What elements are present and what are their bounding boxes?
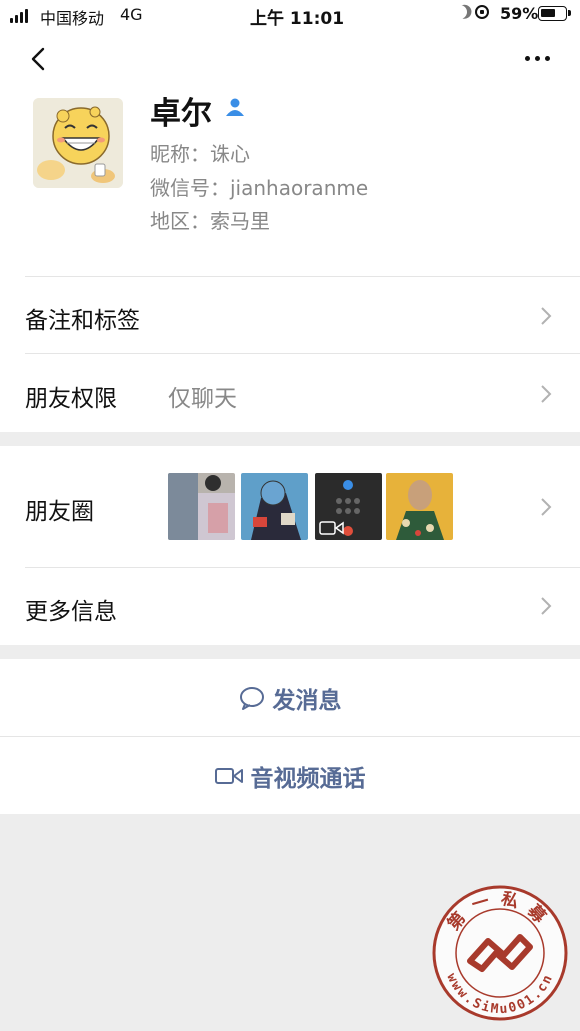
- chat-bubble-icon: [239, 686, 264, 710]
- send-message-label: 发消息: [272, 687, 342, 714]
- battery-percent: 59%: [500, 4, 539, 23]
- moments-thumbnail: [168, 473, 235, 540]
- friend-permissions-row[interactable]: 朋友权限 仅聊天: [0, 354, 580, 432]
- moments-row[interactable]: 朋友圈: [0, 446, 580, 567]
- chevron-right-icon: [541, 597, 552, 615]
- more-options-icon[interactable]: [525, 56, 550, 61]
- moments-thumbnail: [241, 473, 308, 540]
- watermark-seal: 第一私募 www.SiMu001.cn: [430, 883, 570, 1023]
- more-info-label: 更多信息: [25, 599, 117, 625]
- video-icon: [319, 521, 344, 535]
- video-camera-icon: [214, 767, 243, 784]
- profile-region: 地区：索马里: [150, 209, 270, 233]
- rotation-lock-icon: [475, 5, 489, 19]
- contact-user-icon: [226, 98, 244, 116]
- do-not-disturb-icon: [450, 2, 469, 21]
- carrier-label: 中国移动: [40, 9, 105, 28]
- friend-permissions-value: 仅聊天: [168, 386, 237, 412]
- chevron-right-icon: [541, 307, 552, 325]
- actions-section: 发消息 音视频通话: [0, 659, 580, 814]
- network-label: 4G: [120, 5, 143, 24]
- signal-icon: [10, 9, 28, 23]
- send-message-button[interactable]: 发消息: [0, 659, 580, 736]
- friend-permissions-label: 朋友权限: [25, 386, 117, 412]
- settings-section: 备注和标签 朋友权限 仅聊天: [0, 276, 580, 432]
- chevron-right-icon: [541, 498, 552, 516]
- moments-thumbnails: [168, 473, 468, 540]
- remarks-tags-label: 备注和标签: [25, 308, 140, 334]
- video-call-label: 音视频通话: [250, 765, 366, 792]
- moments-thumbnail: [386, 473, 453, 540]
- battery-icon: [538, 6, 571, 21]
- moments-thumbnail: [315, 473, 382, 540]
- clock: 上午 11:01: [250, 9, 345, 29]
- avatar[interactable]: [33, 98, 123, 188]
- profile-header: 卓尔 昵称：诛心 微信号：jianhaoranme 地区：索马里: [0, 30, 580, 276]
- more-info-row[interactable]: 更多信息: [0, 568, 580, 645]
- profile-wechat-id: 微信号：jianhaoranme: [150, 176, 369, 200]
- profile-nickname: 昵称：诛心: [150, 142, 250, 166]
- remarks-tags-row[interactable]: 备注和标签: [0, 276, 580, 354]
- status-bar: 中国移动 4G 上午 11:01 59%: [0, 0, 580, 30]
- moments-section: 朋友圈 更多信息: [0, 446, 580, 645]
- moments-label: 朋友圈: [25, 499, 94, 525]
- video-call-button[interactable]: 音视频通话: [0, 737, 580, 814]
- back-icon[interactable]: [26, 46, 52, 72]
- chevron-right-icon: [541, 385, 552, 403]
- profile-name: 卓尔: [150, 96, 212, 132]
